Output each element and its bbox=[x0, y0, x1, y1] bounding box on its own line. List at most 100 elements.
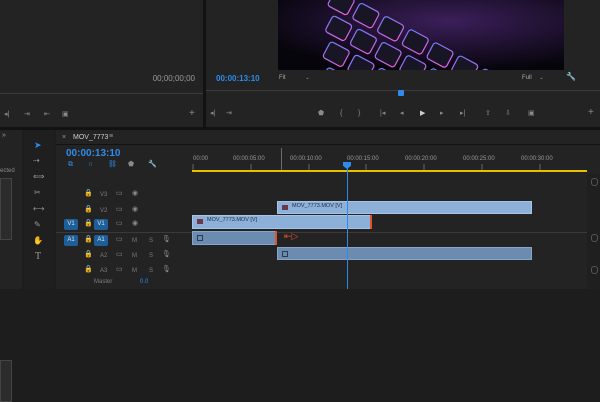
go-to-in-icon[interactable]: |◂ bbox=[380, 110, 385, 118]
track-target-v1[interactable]: V1 bbox=[94, 219, 108, 230]
ruler-label-2: 00:00:10:00 bbox=[290, 156, 322, 162]
mute-button[interactable]: M bbox=[132, 253, 137, 259]
step-back-icon[interactable]: ◂| bbox=[4, 111, 9, 119]
source-export-frame-icon[interactable]: ▣ bbox=[62, 111, 69, 119]
go-to-out-icon[interactable]: ▸| bbox=[460, 110, 465, 118]
tools-panel: ➤ ⇢ ⟺ ✂ ⟷ ✎ ✋ T bbox=[24, 130, 54, 289]
mark-in-icon[interactable]: { bbox=[340, 110, 342, 118]
fit-dropdown[interactable]: Fit ⌄ bbox=[279, 75, 310, 81]
lift-icon[interactable]: ⇪ bbox=[485, 110, 491, 118]
program-playhead-marker[interactable] bbox=[398, 90, 404, 96]
work-area-bar[interactable] bbox=[192, 170, 587, 172]
ripple-edit-tool-icon[interactable]: ⟺ bbox=[33, 172, 44, 181]
lock-icon[interactable]: 🔒 bbox=[84, 220, 93, 228]
source-add-button-icon[interactable]: + bbox=[189, 109, 195, 119]
program-timecode[interactable]: 00:00:13:10 bbox=[216, 74, 260, 83]
mark-out-icon[interactable]: } bbox=[358, 110, 360, 118]
selection-tool-icon[interactable]: ➤ bbox=[34, 140, 42, 151]
track-header-v2: 🔒 V2 ▭ ◉ bbox=[56, 203, 192, 218]
eye-icon[interactable]: ◉ bbox=[132, 190, 138, 198]
microphone-icon[interactable]: 🎙 bbox=[162, 266, 171, 274]
track-select-tool-icon[interactable]: ⇢ bbox=[33, 156, 40, 165]
source-patch-a1[interactable]: A1 bbox=[64, 235, 78, 246]
add-button-icon[interactable]: + bbox=[588, 108, 594, 118]
insert-icon[interactable]: ⇥ bbox=[24, 111, 30, 119]
lock-icon[interactable]: 🔒 bbox=[84, 251, 93, 259]
timeline-menu-icon[interactable]: ≡ bbox=[109, 133, 113, 140]
sync-lock-icon[interactable]: ▭ bbox=[116, 251, 123, 259]
full-label: Full bbox=[522, 75, 532, 81]
step-back-frame-icon[interactable]: ◂ bbox=[400, 110, 404, 118]
pen-tool-icon[interactable]: ✎ bbox=[34, 220, 41, 229]
export-frame-icon[interactable]: ▣ bbox=[528, 110, 535, 118]
ruler-label-6: 00:00:30:00 bbox=[521, 156, 553, 162]
scroll-handle[interactable] bbox=[591, 234, 598, 242]
hand-tool-icon[interactable]: ✋ bbox=[33, 236, 43, 245]
source-patch-v1[interactable]: V1 bbox=[64, 219, 78, 230]
track-header-a2: 🔒 A2 ▭ M S 🎙 bbox=[56, 248, 192, 263]
lock-icon[interactable]: 🔒 bbox=[84, 266, 93, 274]
source-transport: ◂| ⇥ ⇤ ▣ + bbox=[4, 109, 200, 121]
step-back-icon[interactable]: ◂| bbox=[210, 110, 215, 118]
marker-icon[interactable]: ⬟ bbox=[318, 110, 324, 118]
ruler-label-1: 00:00:05:00 bbox=[233, 156, 265, 162]
scroll-handle[interactable] bbox=[591, 266, 598, 274]
sync-lock-icon[interactable]: ▭ bbox=[116, 220, 123, 228]
sync-lock-icon[interactable]: ▭ bbox=[116, 266, 123, 274]
solo-button[interactable]: S bbox=[149, 268, 153, 274]
mute-button[interactable]: M bbox=[132, 238, 137, 244]
wrench-icon[interactable]: 🔧 bbox=[566, 73, 576, 81]
type-tool-icon[interactable]: T bbox=[35, 251, 41, 262]
overwrite-icon[interactable]: ⇤ bbox=[44, 111, 50, 119]
timeline-close-icon[interactable]: × bbox=[62, 134, 66, 141]
microphone-icon[interactable]: 🎙 bbox=[162, 251, 171, 259]
insert-icon[interactable]: ⇥ bbox=[226, 110, 232, 118]
clip-a1[interactable] bbox=[192, 231, 276, 245]
sync-lock-icon[interactable]: ▭ bbox=[116, 236, 123, 244]
eye-icon[interactable]: ◉ bbox=[132, 206, 138, 214]
lock-icon[interactable]: 🔒 bbox=[84, 190, 93, 198]
timeline-tab[interactable]: MOV_7773 bbox=[73, 134, 108, 141]
lock-icon[interactable]: 🔒 bbox=[84, 206, 93, 214]
sync-lock-icon[interactable]: ▭ bbox=[116, 190, 123, 198]
step-forward-frame-icon[interactable]: ▸ bbox=[440, 110, 444, 118]
microphone-icon[interactable]: 🎙 bbox=[162, 236, 171, 244]
razor-tool-icon[interactable]: ✂ bbox=[34, 188, 41, 197]
timeline-timecode[interactable]: 00:00:13:10 bbox=[66, 148, 120, 159]
add-marker-icon[interactable]: ⬟ bbox=[128, 161, 134, 169]
clip-v1-edge[interactable] bbox=[370, 215, 372, 229]
slip-tool-icon[interactable]: ⟷ bbox=[33, 204, 44, 213]
panel-menu-icon[interactable]: » bbox=[2, 132, 6, 139]
clip-a1-edge[interactable] bbox=[275, 231, 277, 245]
timeline-settings-icon[interactable]: 🔧 bbox=[148, 161, 157, 169]
solo-button[interactable]: S bbox=[149, 253, 153, 259]
playhead-line[interactable] bbox=[347, 164, 348, 289]
clip-v1[interactable]: MOV_7773.MOV [V] bbox=[192, 215, 372, 229]
clip-fx-icon bbox=[282, 251, 288, 257]
lock-icon[interactable]: 🔒 bbox=[84, 236, 93, 244]
track-header-v3: 🔒 V3 ▭ ◉ bbox=[56, 187, 192, 202]
ruler-label-0: 00:00 bbox=[193, 156, 209, 162]
track-target-a1[interactable]: A1 bbox=[94, 235, 108, 246]
eye-icon[interactable]: ◉ bbox=[132, 220, 138, 228]
track-label-v3: V3 bbox=[100, 192, 108, 198]
fit-label: Fit bbox=[279, 75, 286, 81]
snap-icon[interactable]: ∩ bbox=[88, 161, 93, 169]
solo-button[interactable]: S bbox=[149, 238, 153, 244]
resolution-dropdown[interactable]: Full ⌄ bbox=[522, 75, 544, 81]
trim-marker-icon[interactable]: ⇤▷ bbox=[284, 231, 298, 242]
track-header-a3: 🔒 A3 ▭ M S 🎙 bbox=[56, 263, 192, 278]
extract-icon[interactable]: ⇩ bbox=[505, 110, 511, 118]
master-value[interactable]: 0.0 bbox=[140, 279, 148, 285]
clip-v2[interactable]: MOV_7773.MOV [V] bbox=[277, 201, 532, 214]
clip-a2[interactable] bbox=[277, 247, 532, 260]
left-panel-text: ected bbox=[0, 168, 15, 174]
source-ruler bbox=[0, 93, 203, 100]
sync-lock-icon[interactable]: ▭ bbox=[116, 206, 123, 214]
linked-selection-icon[interactable]: ⛓ bbox=[108, 161, 117, 169]
vertical-scrollbar[interactable] bbox=[587, 174, 600, 289]
scroll-handle[interactable] bbox=[591, 178, 598, 186]
play-icon[interactable]: ▶ bbox=[420, 110, 425, 118]
mute-button[interactable]: M bbox=[132, 268, 137, 274]
nest-icon[interactable]: ⧉ bbox=[68, 161, 73, 169]
